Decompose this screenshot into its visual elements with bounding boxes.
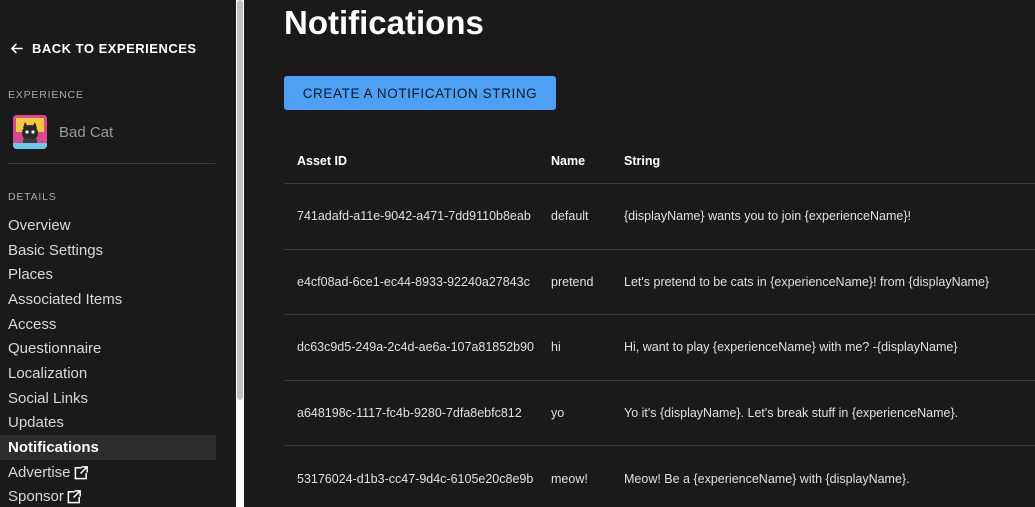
sidebar-item-advertise[interactable]: Advertise (0, 460, 216, 485)
sidebar-item-social-links[interactable]: Social Links (0, 386, 216, 411)
cell-string: Yo it's {displayName}. Let's break stuff… (624, 405, 959, 420)
table-row[interactable]: e4cf08ad-6ce1-ec44-8933-92240a27843c pre… (284, 250, 1035, 315)
main-content: Notifications CREATE A NOTIFICATION STRI… (244, 0, 1035, 507)
table-row[interactable]: 741adafd-a11e-9042-a471-7dd9110b8eab def… (284, 184, 1035, 250)
experience-thumbnail (13, 115, 47, 149)
table-row[interactable]: dc63c9d5-249a-2c4d-ae6a-107a81852b90 hi … (284, 315, 1035, 381)
sidebar-item-access[interactable]: Access (0, 312, 216, 337)
sidebar-item-sponsor[interactable]: Sponsor (0, 485, 216, 507)
sidebar-item-localization[interactable]: Localization (0, 361, 216, 386)
cell-name: meow! (551, 471, 588, 486)
table-row[interactable]: a648198c-1117-fc4b-9280-7dfa8ebfc812 yo … (284, 381, 1035, 446)
sidebar-item-basic-settings[interactable]: Basic Settings (0, 238, 216, 263)
sidebar: BACK TO EXPERIENCES EXPERIENCE Bad Cat D… (0, 0, 236, 507)
sidebar-divider (8, 163, 215, 164)
cell-name: pretend (551, 274, 594, 289)
column-header-asset-id[interactable]: Asset ID (284, 153, 551, 169)
experience-selector[interactable]: Bad Cat (13, 115, 113, 149)
sidebar-item-label: Access (8, 315, 57, 333)
sidebar-item-updates[interactable]: Updates (0, 411, 216, 436)
table-header: Asset ID Name String (284, 138, 1035, 184)
cell-string: Let's pretend to be cats in {experienceN… (624, 274, 990, 289)
arrow-left-icon (11, 43, 23, 54)
cell-string: Hi, want to play {experienceName} with m… (624, 340, 958, 355)
create-notification-string-button[interactable]: CREATE A NOTIFICATION STRING (284, 76, 556, 110)
sidebar-item-questionnaire[interactable]: Questionnaire (0, 336, 216, 361)
details-section-label: DETAILS (8, 191, 57, 203)
cell-asset-id: e4cf08ad-6ce1-ec44-8933-92240a27843c (297, 274, 530, 289)
sidebar-item-label: Social Links (8, 389, 89, 407)
cell-asset-id: 741adafd-a11e-9042-a471-7dd9110b8eab (297, 209, 531, 224)
sidebar-item-label: Sponsor (8, 488, 64, 506)
notifications-table: Asset ID Name String 741adafd-a11e-9042-… (284, 138, 1035, 507)
sidebar-item-notifications[interactable]: Notifications (0, 435, 216, 460)
cell-string: {displayName} wants you to join {experie… (624, 209, 911, 224)
sidebar-item-label: Localization (8, 364, 88, 382)
cell-name: hi (551, 340, 561, 355)
cell-string: Meow! Be a {experienceName} with {displa… (624, 471, 910, 486)
sidebar-item-places[interactable]: Places (0, 262, 216, 287)
sidebar-item-label: Updates (8, 414, 64, 432)
back-to-experiences-link[interactable]: BACK TO EXPERIENCES (10, 41, 197, 56)
experience-name: Bad Cat (59, 123, 114, 141)
sidebar-item-label: Associated Items (8, 290, 123, 308)
external-link-icon (74, 465, 89, 480)
sidebar-item-label: Places (8, 266, 54, 284)
back-link-label: BACK TO EXPERIENCES (32, 41, 197, 56)
cell-asset-id: dc63c9d5-249a-2c4d-ae6a-107a81852b90 (297, 340, 535, 355)
sidebar-item-label: Basic Settings (8, 241, 104, 259)
sidebar-item-label: Advertise (8, 463, 71, 481)
scrollbar-thumb[interactable] (237, 0, 243, 400)
sidebar-scrollbar[interactable] (236, 0, 244, 507)
sidebar-item-associated-items[interactable]: Associated Items (0, 287, 216, 312)
external-link-icon (67, 489, 82, 504)
sidebar-nav: Overview Basic Settings Places Associate… (0, 213, 216, 507)
cell-name: default (551, 209, 589, 224)
cell-asset-id: a648198c-1117-fc4b-9280-7dfa8ebfc812 (297, 405, 522, 420)
cell-name: yo (551, 405, 565, 420)
sidebar-item-label: Notifications (8, 439, 99, 457)
sidebar-item-label: Overview (8, 216, 71, 234)
page-title: Notifications (284, 4, 484, 41)
sidebar-item-label: Questionnaire (8, 340, 102, 358)
column-header-name[interactable]: Name (551, 153, 624, 169)
sidebar-item-overview[interactable]: Overview (0, 213, 216, 238)
experience-section-label: EXPERIENCE (8, 89, 84, 101)
cell-asset-id: 53176024-d1b3-cc47-9d4c-6105e20c8e9b (297, 471, 534, 486)
column-header-string[interactable]: String (624, 153, 1035, 169)
table-row[interactable]: 53176024-d1b3-cc47-9d4c-6105e20c8e9b meo… (284, 446, 1035, 507)
